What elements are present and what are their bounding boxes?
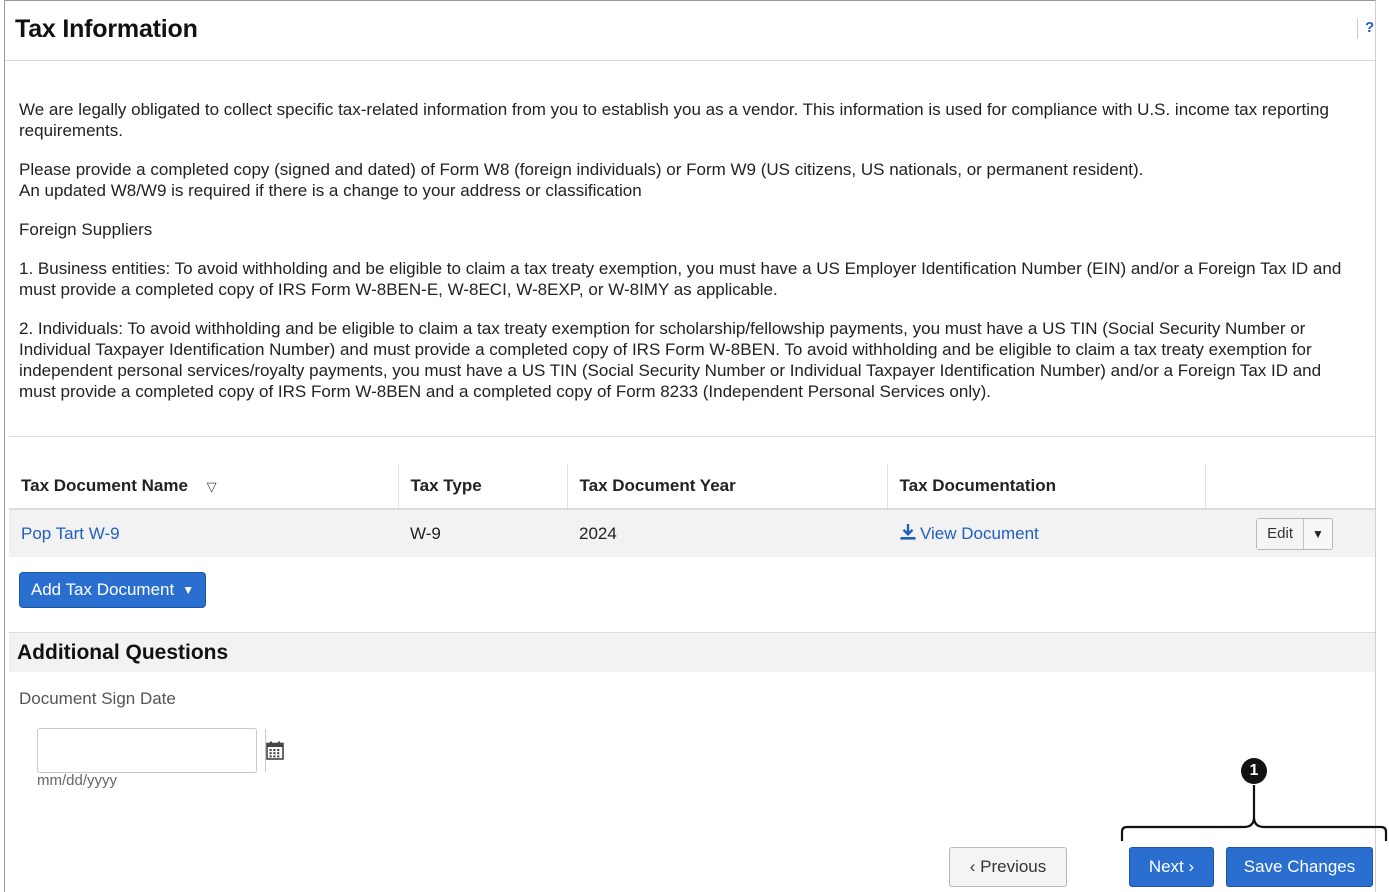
column-header-tax-type: Tax Type — [398, 464, 568, 510]
next-label: Next — [1148, 857, 1184, 876]
cell-tax-type: W-9 — [398, 509, 567, 557]
intro-paragraph-forms: Please provide a completed copy (signed … — [19, 159, 1349, 201]
view-document-label: View Document — [920, 524, 1039, 543]
calendar-glyph-icon — [266, 741, 284, 760]
download-icon — [900, 524, 916, 540]
cell-documentation: View Document — [887, 509, 1205, 557]
page-title: Tax Information — [15, 15, 198, 43]
callout-number-marker: 1 — [1241, 758, 1267, 784]
next-button[interactable]: Next › — [1129, 847, 1214, 887]
table-row: Pop Tart W-9 W-9 2024 View Document Edit — [9, 509, 1375, 557]
tax-documents-table: Tax Document Name ▽ Tax Type Tax Documen… — [9, 464, 1375, 557]
section-title: Additional Questions — [17, 641, 229, 664]
column-header-label: Tax Document Name — [21, 476, 188, 495]
calendar-icon[interactable] — [265, 729, 284, 772]
intro-business-entities: 1. Business entities: To avoid withholdi… — [19, 259, 1342, 299]
document-sign-date-label: Document Sign Date — [19, 689, 176, 708]
section-divider — [9, 436, 1375, 437]
additional-questions-header: Additional Questions — [9, 632, 1375, 672]
table-header-row: Tax Document Name ▽ Tax Type Tax Documen… — [9, 464, 1375, 510]
help-icon[interactable]: ? — [1365, 19, 1374, 36]
sort-triangle-icon[interactable]: ▽ — [207, 479, 217, 495]
caret-down-icon: ▼ — [182, 583, 195, 597]
cell-document-name: Pop Tart W-9 — [9, 509, 398, 557]
callout-bracket-icon — [1120, 785, 1388, 841]
document-name-link[interactable]: Pop Tart W-9 — [21, 524, 120, 543]
tax-information-panel: Tax Information ? We are legally obligat… — [4, 0, 1376, 892]
previous-button[interactable]: ‹ Previous — [949, 847, 1067, 887]
intro-text: We are legally obligated to collect spec… — [19, 99, 1349, 420]
edit-button[interactable]: Edit — [1257, 518, 1304, 549]
date-format-hint: mm/dd/yyyy — [37, 772, 118, 789]
intro-forms-line-1: Please provide a completed copy (signed … — [19, 160, 1144, 179]
intro-forms-line-2: An updated W8/W9 is required if there is… — [19, 181, 642, 200]
document-sign-date-field — [37, 728, 284, 773]
save-changes-button[interactable]: Save Changes — [1226, 847, 1373, 887]
edit-dropdown-caret-icon[interactable]: ▼ — [1304, 519, 1332, 549]
column-header-actions — [1205, 464, 1375, 510]
add-tax-document-button[interactable]: Add Tax Document ▼ — [19, 572, 206, 608]
intro-individuals: 2. Individuals: To avoid withholding and… — [19, 319, 1322, 401]
chevron-right-icon: › — [1188, 857, 1195, 876]
cell-document-year: 2024 — [567, 509, 887, 557]
column-header-document-name[interactable]: Tax Document Name ▽ — [9, 464, 399, 510]
help-separator — [1357, 19, 1358, 39]
column-header-document-year: Tax Document Year — [567, 464, 888, 510]
previous-label: Previous — [980, 857, 1047, 876]
document-sign-date-input[interactable] — [38, 729, 265, 772]
intro-foreign-suppliers-heading: Foreign Suppliers — [19, 220, 153, 239]
column-header-documentation: Tax Documentation — [887, 464, 1206, 510]
add-tax-document-label: Add Tax Document — [30, 580, 175, 599]
chevron-left-icon: ‹ — [969, 857, 976, 876]
panel-header: Tax Information ? — [5, 1, 1375, 61]
view-document-link[interactable]: View Document — [899, 524, 1039, 543]
intro-paragraph-obligation: We are legally obligated to collect spec… — [19, 100, 1329, 140]
edit-split-button: Edit ▼ — [1256, 517, 1333, 550]
cell-actions: Edit ▼ — [1205, 509, 1375, 557]
